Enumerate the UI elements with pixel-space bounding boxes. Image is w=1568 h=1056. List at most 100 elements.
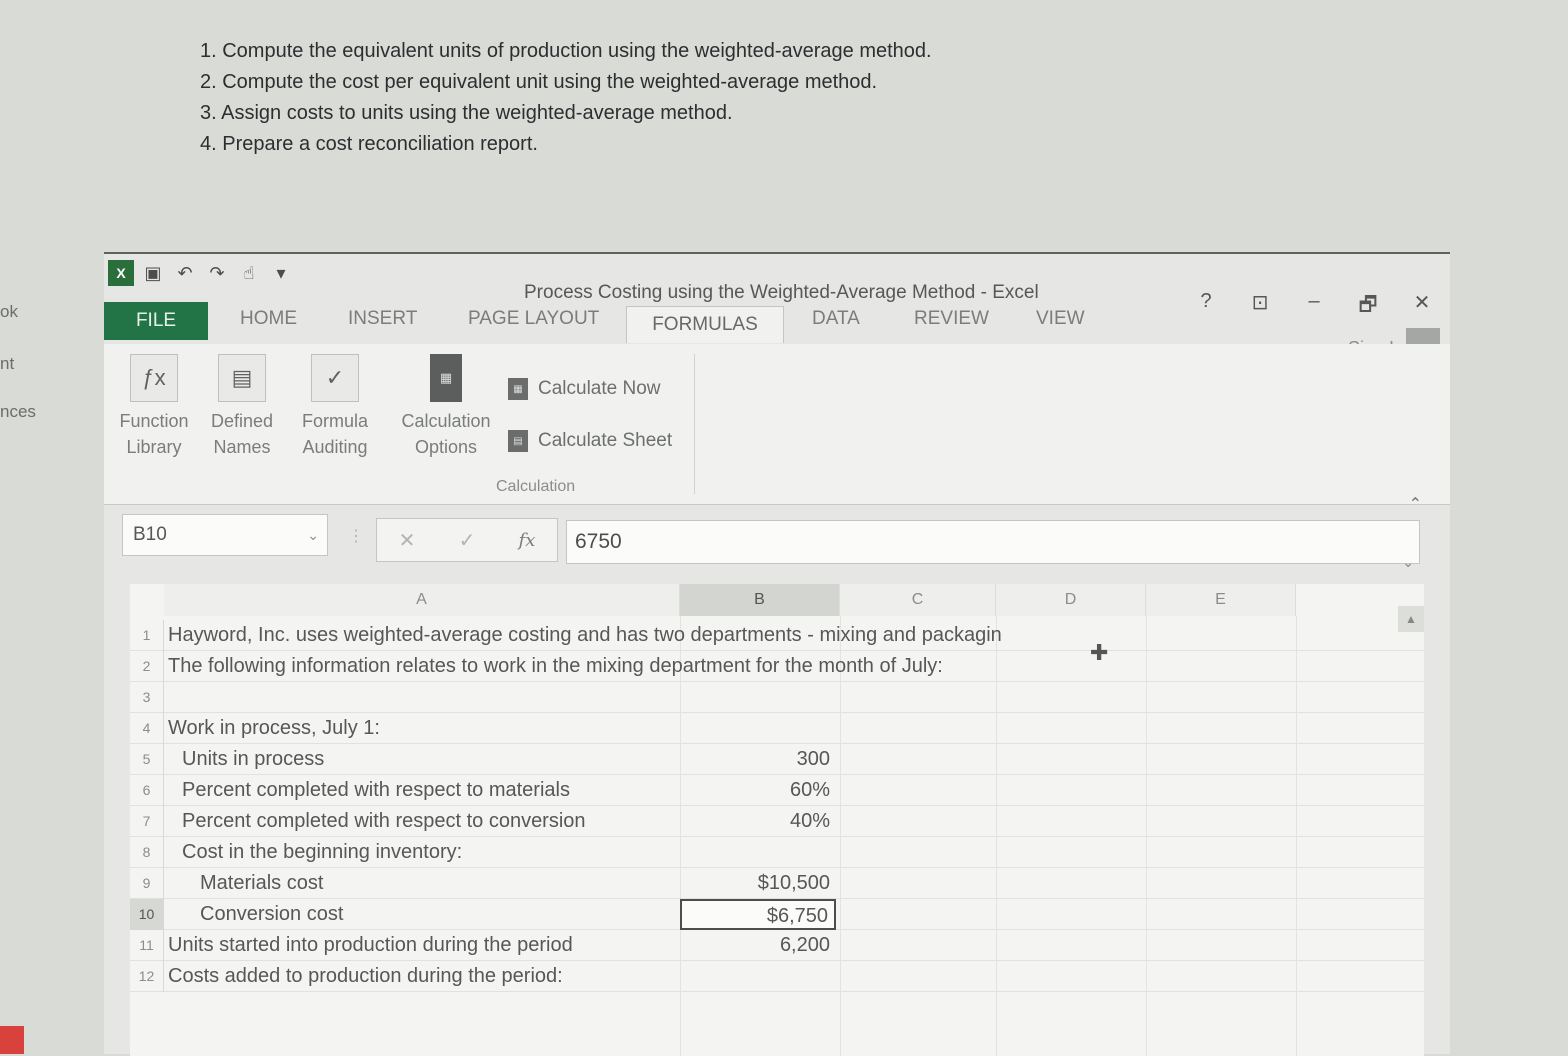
worksheet-grid[interactable]: A B C D E ▲ 1 Hayword, Inc. uses weighted… (130, 584, 1424, 1056)
cell-b[interactable] (680, 713, 836, 744)
cell-cursor-icon: ✚ (1090, 640, 1109, 665)
tab-page-layout[interactable]: PAGE LAYOUT (468, 308, 599, 330)
instruction-3: 3. Assign costs to units using the weigh… (200, 102, 733, 124)
table-row: 8 Cost in the beginning inventory: (130, 837, 1424, 868)
cell-a[interactable]: Units in process (182, 744, 324, 775)
cell-a[interactable]: Work in process, July 1: (168, 713, 380, 744)
tab-formulas[interactable]: FORMULAS (626, 306, 784, 343)
sidebar-fragment-3[interactable]: nces (0, 402, 36, 422)
cancel-entry-icon[interactable]: ✕ (399, 528, 416, 553)
calculator-icon: ▦ (430, 354, 462, 402)
tab-insert[interactable]: INSERT (348, 308, 417, 330)
insert-function-icon[interactable]: fx (519, 530, 536, 551)
tab-home[interactable]: HOME (240, 308, 297, 330)
calculate-now-button[interactable]: ▦ Calculate Now (508, 378, 661, 400)
ribbon-group-divider (694, 354, 695, 494)
left-sidebar-fragment: ok nt nces (0, 290, 60, 490)
excel-logo-icon: X (108, 260, 134, 286)
function-library-button[interactable]: ƒx Function Library (114, 354, 194, 460)
row-number[interactable]: 9 (130, 868, 164, 899)
column-header-a[interactable]: A (164, 584, 680, 616)
cell-b[interactable] (680, 620, 836, 651)
cell-b[interactable]: 60% (680, 775, 836, 806)
cell-b[interactable]: 300 (680, 744, 836, 775)
column-header-b[interactable]: B (680, 584, 840, 616)
calculation-options-label-1: Calculation (401, 411, 491, 431)
tab-view[interactable]: VIEW (1036, 308, 1085, 330)
instruction-2: 2. Compute the cost per equivalent unit … (200, 71, 878, 93)
column-header-d[interactable]: D (996, 584, 1146, 616)
defined-names-label-1: Defined (210, 411, 274, 431)
ribbon-tabs: FILE HOME INSERT PAGE LAYOUT FORMULAS DA… (104, 302, 1450, 343)
undo-icon[interactable]: ↶ (172, 260, 198, 286)
collapse-ribbon-icon[interactable]: ⌃ (1409, 494, 1422, 514)
cell-b[interactable] (680, 961, 836, 992)
cell-a[interactable]: Units started into production during the… (168, 930, 573, 961)
tab-review[interactable]: REVIEW (914, 308, 989, 330)
function-library-label-2: Library (126, 437, 182, 457)
calculate-sheet-icon: ▤ (508, 430, 528, 452)
quick-access-toolbar: X ▣ ↶ ↷ ☝ ▾ (108, 258, 294, 288)
instruction-4: 4. Prepare a cost reconciliation report. (200, 133, 538, 155)
save-icon[interactable]: ▣ (140, 260, 166, 286)
table-row: 4 Work in process, July 1: (130, 713, 1424, 744)
cell-a[interactable]: Conversion cost (200, 899, 343, 930)
row-number[interactable]: 12 (130, 961, 164, 992)
formula-input[interactable]: 6750 (566, 520, 1420, 564)
expand-formula-bar-icon[interactable]: ⌄ (1402, 554, 1414, 571)
name-box[interactable]: B10 ⌄ (122, 514, 328, 556)
tab-file[interactable]: FILE (104, 302, 208, 340)
cell-b[interactable] (680, 682, 836, 713)
calculation-options-button[interactable]: ▦ Calculation Options (394, 354, 498, 460)
cell-b[interactable]: 40% (680, 806, 836, 837)
selected-cell-b[interactable]: $6,750 (680, 899, 836, 930)
row-number[interactable]: 6 (130, 775, 164, 806)
cell-b[interactable] (680, 651, 836, 682)
cell-b[interactable] (680, 837, 836, 868)
cell-a[interactable]: Percent completed with respect to materi… (182, 775, 570, 806)
calculate-sheet-button[interactable]: ▤ Calculate Sheet (508, 430, 672, 452)
instruction-1: 1. Compute the equivalent units of produ… (200, 40, 932, 62)
column-header-c[interactable]: C (840, 584, 996, 616)
cell-a[interactable]: Hayword, Inc. uses weighted-average cost… (168, 620, 1002, 651)
row-number[interactable]: 11 (130, 930, 164, 961)
chevron-down-icon[interactable]: ⌄ (307, 515, 319, 555)
row-number[interactable]: 1 (130, 620, 164, 651)
table-row: 7 Percent completed with respect to conve… (130, 806, 1424, 837)
cell-a[interactable]: Cost in the beginning inventory: (182, 837, 462, 868)
table-row: 11 Units started into production during t… (130, 930, 1424, 961)
cell-b[interactable]: 6,200 (680, 930, 836, 961)
window-title: Process Costing using the Weighted-Avera… (524, 282, 1039, 303)
row-number[interactable]: 5 (130, 744, 164, 775)
calculate-now-label: Calculate Now (538, 378, 661, 399)
formula-bar-resize-handle[interactable]: ⋮ (348, 526, 364, 546)
row-number[interactable]: 8 (130, 837, 164, 868)
touch-mode-icon[interactable]: ☝ (236, 260, 262, 286)
cell-b[interactable]: $10,500 (680, 868, 836, 899)
table-row: 2 The following information relates to wo… (130, 651, 1424, 682)
tab-data[interactable]: DATA (812, 308, 860, 330)
row-number[interactable]: 7 (130, 806, 164, 837)
calculation-options-label-2: Options (414, 437, 478, 457)
sidebar-fragment-2[interactable]: nt (0, 354, 14, 374)
sidebar-fragment-1[interactable]: ok (0, 302, 18, 322)
table-row: 1 Hayword, Inc. uses weighted-average cos… (130, 620, 1424, 651)
confirm-entry-icon[interactable]: ✓ (459, 528, 476, 553)
redo-icon[interactable]: ↷ (204, 260, 230, 286)
column-header-e[interactable]: E (1146, 584, 1296, 616)
cell-a[interactable]: Costs added to production during the per… (168, 961, 563, 992)
formula-auditing-button[interactable]: ✓ Formula Auditing (290, 354, 380, 460)
cell-a[interactable]: Percent completed with respect to conver… (182, 806, 586, 837)
row-number[interactable]: 10 (130, 899, 164, 930)
row-number[interactable]: 2 (130, 651, 164, 682)
red-tab-marker (0, 1026, 24, 1054)
calculation-group-label: Calculation (496, 478, 576, 495)
excel-window: X ▣ ↶ ↷ ☝ ▾ Process Costing using the We… (104, 252, 1450, 1056)
table-row: 5 Units in process 300 (130, 744, 1424, 775)
defined-names-button[interactable]: ▤ Defined Names (202, 354, 282, 460)
row-number[interactable]: 3 (130, 682, 164, 713)
customize-toolbar-icon[interactable]: ▾ (268, 260, 294, 286)
table-row: 9 Materials cost $10,500 (130, 868, 1424, 899)
row-number[interactable]: 4 (130, 713, 164, 744)
cell-a[interactable]: Materials cost (200, 868, 323, 899)
